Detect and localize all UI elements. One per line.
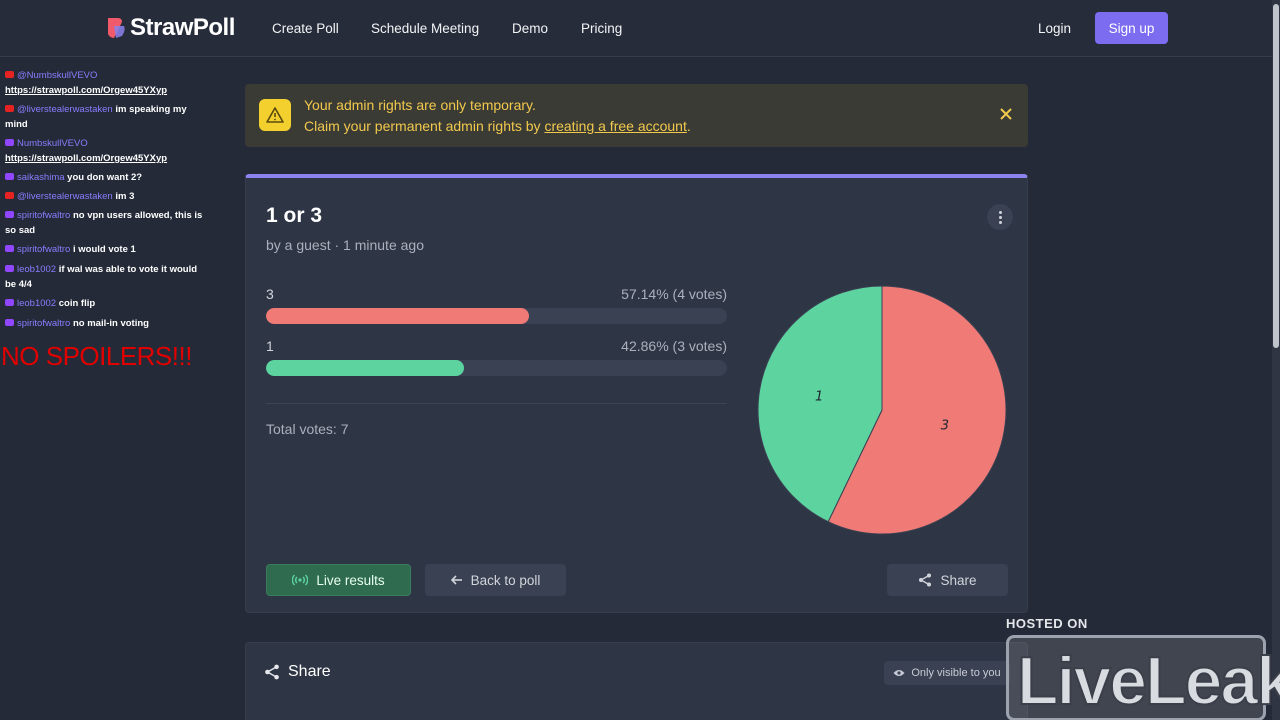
arrow-left-icon xyxy=(450,575,462,585)
alert-claim-suffix: . xyxy=(686,118,691,134)
chat-message: @liverstealerwastaken im speaking my min… xyxy=(5,102,210,132)
chat-message: NumbskullVEVO https://strawpoll.com/Orge… xyxy=(5,136,210,166)
chat-username: spiritofwaltro xyxy=(17,318,71,329)
youtube-icon xyxy=(5,105,14,112)
chat-username: leob1002 xyxy=(17,298,57,309)
logo-text: StrawPoll xyxy=(130,14,235,41)
alert-message: Your admin rights are only temporary. xyxy=(304,97,536,113)
chat-text: https://strawpoll.com/Orgew45YXyp xyxy=(5,85,168,96)
alert-claim-text: Claim your permanent admin rights by cre… xyxy=(304,118,691,134)
share-icon xyxy=(265,664,279,680)
results-pie-chart: 31 xyxy=(757,285,1007,535)
top-navbar: StrawPoll Create Poll Schedule Meeting D… xyxy=(0,0,1272,57)
option-bar-track xyxy=(266,308,727,324)
nav-demo[interactable]: Demo xyxy=(512,21,548,36)
pie-label-1: 1 xyxy=(815,390,823,405)
option-bar-fill xyxy=(266,360,464,376)
divider xyxy=(266,403,727,404)
youtube-icon xyxy=(5,71,14,78)
more-options-button[interactable] xyxy=(987,204,1013,230)
chat-text: https://strawpoll.com/Orgew45YXyp xyxy=(5,153,168,164)
option-stat: 42.86% (3 votes) xyxy=(621,338,727,354)
option-label: 3 xyxy=(266,286,274,302)
hosted-on-label: HOSTED ON xyxy=(1006,616,1088,631)
create-account-link[interactable]: creating a free account xyxy=(544,118,686,134)
nav-pricing[interactable]: Pricing xyxy=(581,21,622,36)
twitch-icon xyxy=(5,173,14,180)
visibility-badge: Only visible to you xyxy=(884,661,1010,685)
twitch-icon xyxy=(5,319,14,326)
dot-icon xyxy=(998,215,1002,219)
poll-meta: by a guest · 1 minute ago xyxy=(266,237,424,253)
chat-text: coin flip xyxy=(58,298,96,309)
option-stat: 57.14% (4 votes) xyxy=(621,286,727,302)
chat-username: spiritofwaltro xyxy=(17,244,71,255)
twitch-icon xyxy=(5,265,14,272)
chat-username: saikashima xyxy=(17,172,65,183)
scrollbar-thumb[interactable] xyxy=(1273,4,1279,348)
option-bar-track xyxy=(266,360,727,376)
chat-message: spiritofwaltro no vpn users allowed, thi… xyxy=(5,208,210,238)
youtube-icon xyxy=(5,192,14,199)
share-section: Share Only visible to you xyxy=(245,642,1028,720)
liveleak-logo: LiveLeak xyxy=(1006,635,1280,720)
chat-username: NumbskullVEVO xyxy=(17,138,88,149)
twitch-icon xyxy=(5,211,14,218)
share-icon xyxy=(919,573,932,587)
option-label: 1 xyxy=(266,338,274,354)
twitch-icon xyxy=(5,139,14,146)
chat-username: leob1002 xyxy=(17,264,57,275)
chat-text: im 3 xyxy=(115,191,135,202)
share-section-title: Share xyxy=(264,663,331,681)
close-icon[interactable] xyxy=(999,107,1013,121)
no-spoilers-overlay: NO SPOILERS!!! xyxy=(1,341,192,371)
live-signal-icon xyxy=(292,574,309,586)
strawpoll-logo-icon xyxy=(108,18,125,38)
chat-text: i would vote 1 xyxy=(72,244,136,255)
chat-username: spiritofwaltro xyxy=(17,210,71,221)
chat-username: @liverstealerwastaken xyxy=(17,191,113,202)
dot-icon xyxy=(998,220,1002,224)
admin-rights-alert: Your admin rights are only temporary. Cl… xyxy=(245,84,1028,147)
share-label: Share xyxy=(940,572,977,588)
strawpoll-logo[interactable]: StrawPoll xyxy=(104,14,235,42)
login-link[interactable]: Login xyxy=(1038,21,1071,36)
total-votes: Total votes: 7 xyxy=(266,421,349,437)
chat-message: saikashima you don want 2? xyxy=(5,170,210,185)
chat-message: @liverstealerwastaken im 3 xyxy=(5,189,210,204)
liveleak-watermark: HOSTED ON LiveLeak xyxy=(1004,616,1280,720)
chat-text: no mail-in voting xyxy=(72,318,149,329)
twitch-icon xyxy=(5,245,14,252)
poll-results-card: 1 or 3 by a guest · 1 minute ago 3 57.14… xyxy=(245,174,1028,613)
chat-message: @NumbskullVEVO https://strawpoll.com/Org… xyxy=(5,68,210,98)
option-bar-fill xyxy=(266,308,530,324)
page-scrollbar[interactable] xyxy=(1272,0,1280,720)
chat-message: spiritofwaltro i would vote 1 xyxy=(5,242,210,257)
pie-label-3: 3 xyxy=(941,418,949,433)
share-button[interactable]: Share xyxy=(887,564,1008,596)
live-results-label: Live results xyxy=(316,572,385,588)
chat-username: @liverstealerwastaken xyxy=(17,104,113,115)
visibility-label: Only visible to you xyxy=(911,667,1001,679)
twitch-icon xyxy=(5,299,14,306)
back-to-poll-button[interactable]: Back to poll xyxy=(425,564,566,596)
chat-message: leob1002 coin flip xyxy=(5,296,210,311)
chat-message: spiritofwaltro no mail-in voting xyxy=(5,316,210,331)
poll-title: 1 or 3 xyxy=(266,204,323,227)
nav-schedule-meeting[interactable]: Schedule Meeting xyxy=(371,21,479,36)
share-section-label: Share xyxy=(288,663,331,680)
chat-username: @NumbskullVEVO xyxy=(17,70,98,81)
live-results-button[interactable]: Live results xyxy=(266,564,411,596)
chat-message: leob1002 if wal was able to vote it woul… xyxy=(5,262,210,292)
signup-button[interactable]: Sign up xyxy=(1095,12,1168,44)
nav-create-poll[interactable]: Create Poll xyxy=(272,21,339,36)
eye-icon xyxy=(893,670,905,676)
alert-claim-prefix: Claim your permanent admin rights by xyxy=(304,118,545,134)
chat-text: you don want 2? xyxy=(67,172,143,183)
liveleak-logo-text: LiveLeak xyxy=(1016,642,1280,720)
back-to-poll-label: Back to poll xyxy=(470,572,541,588)
dot-icon xyxy=(998,210,1002,214)
warning-icon xyxy=(259,99,291,131)
